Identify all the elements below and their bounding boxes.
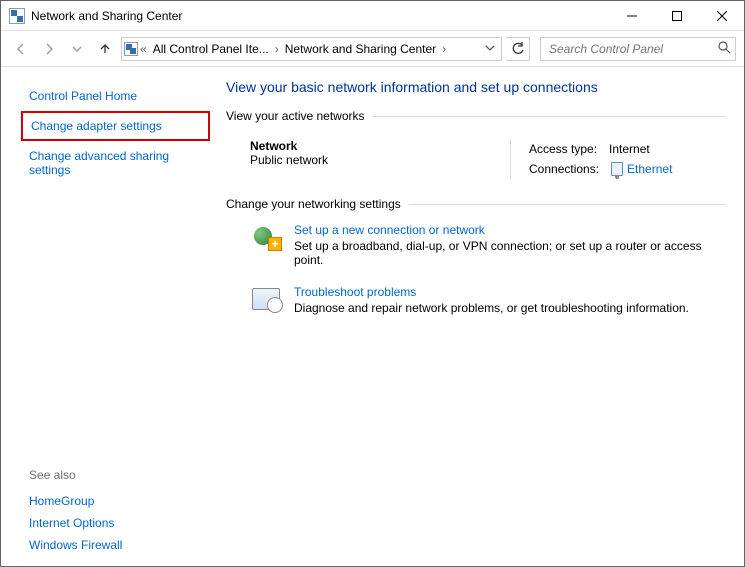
back-arrow-icon (14, 42, 28, 56)
navigation-bar: « All Control Panel Ite... › Network and… (1, 31, 744, 67)
network-summary: Network Public network (250, 139, 510, 179)
app-icon (9, 8, 25, 24)
close-button[interactable] (699, 1, 744, 31)
recent-dropdown-button[interactable] (65, 37, 89, 61)
change-advanced-sharing-link[interactable]: Change advanced sharing settings (29, 145, 184, 181)
content-pane: View your basic network information and … (216, 67, 744, 566)
refresh-icon (511, 42, 525, 56)
internet-options-link[interactable]: Internet Options (29, 512, 114, 534)
page-title: View your basic network information and … (226, 79, 726, 95)
connections-label: Connections: (529, 159, 599, 179)
breadcrumb-item-1[interactable]: All Control Panel Ite... (149, 40, 273, 58)
search-input[interactable] (547, 41, 718, 57)
see-also-label: See also (29, 468, 202, 482)
networking-settings-label: Change your networking settings (226, 197, 401, 211)
ethernet-link[interactable]: Ethernet (611, 159, 672, 179)
forward-arrow-icon (42, 42, 56, 56)
breadcrumb-sep-0: « (140, 42, 147, 56)
network-type: Public network (250, 153, 510, 167)
network-details: Access type: Internet Connections: Ether… (510, 139, 672, 179)
network-name: Network (250, 139, 510, 153)
back-button[interactable] (9, 37, 33, 61)
divider (373, 116, 726, 117)
address-icon (124, 42, 138, 56)
troubleshoot-link[interactable]: Troubleshoot problems (294, 285, 689, 299)
maximize-icon (672, 11, 682, 21)
breadcrumb-item-2[interactable]: Network and Sharing Center (281, 40, 440, 58)
homegroup-link[interactable]: HomeGroup (29, 490, 94, 512)
active-networks-header: View your active networks (226, 109, 726, 123)
access-type-label: Access type: (529, 139, 597, 159)
forward-button[interactable] (37, 37, 61, 61)
setup-connection-item: + Set up a new connection or network Set… (250, 223, 726, 267)
up-arrow-icon (98, 42, 112, 56)
chevron-down-icon (72, 44, 82, 54)
troubleshoot-desc: Diagnose and repair network problems, or… (294, 301, 689, 315)
change-adapter-settings-link[interactable]: Change adapter settings (21, 111, 210, 141)
minimize-icon (627, 11, 637, 21)
active-networks-label: View your active networks (226, 109, 365, 123)
ethernet-icon (611, 162, 623, 176)
up-button[interactable] (93, 37, 117, 61)
sidebar-footer: See also HomeGroup Internet Options Wind… (29, 448, 202, 556)
troubleshoot-item: Troubleshoot problems Diagnose and repai… (250, 285, 726, 315)
setup-connection-link[interactable]: Set up a new connection or network (294, 223, 726, 237)
sidebar: Control Panel Home Change adapter settin… (1, 67, 216, 566)
networking-settings-header: Change your networking settings (226, 197, 726, 211)
close-icon (717, 11, 727, 21)
address-dropdown[interactable] (481, 42, 499, 56)
search-icon (718, 41, 731, 57)
setup-connection-desc: Set up a broadband, dial-up, or VPN conn… (294, 239, 702, 267)
main-area: Control Panel Home Change adapter settin… (1, 67, 744, 566)
title-bar: Network and Sharing Center (1, 1, 744, 31)
active-networks-panel: Network Public network Access type: Inte… (226, 129, 726, 197)
connections-value: Ethernet (627, 159, 672, 179)
settings-list: + Set up a new connection or network Set… (226, 217, 726, 315)
control-panel-home-link[interactable]: Control Panel Home (29, 85, 202, 107)
breadcrumb-sep-2: › (442, 42, 446, 56)
troubleshoot-icon (250, 285, 282, 313)
breadcrumb-sep-1: › (275, 42, 279, 56)
maximize-button[interactable] (654, 1, 699, 31)
windows-firewall-link[interactable]: Windows Firewall (29, 534, 122, 556)
access-type-value: Internet (609, 139, 650, 159)
address-bar[interactable]: « All Control Panel Ite... › Network and… (121, 37, 502, 61)
setup-connection-icon: + (250, 223, 282, 251)
divider (409, 204, 726, 205)
search-box[interactable] (540, 37, 736, 61)
chevron-down-icon (485, 43, 495, 53)
window-title: Network and Sharing Center (31, 9, 182, 23)
refresh-button[interactable] (506, 37, 530, 61)
minimize-button[interactable] (609, 1, 654, 31)
